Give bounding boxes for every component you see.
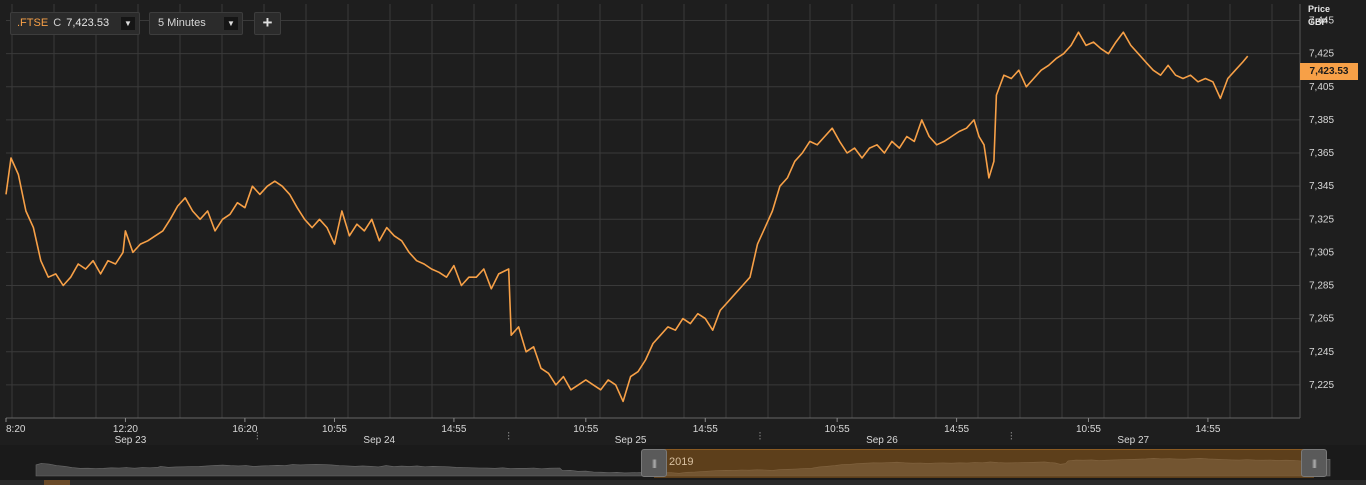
x-time-label: 10:55: [573, 424, 598, 435]
chart-window: 7,225 7,245 7,265 7,285 7,305 7,325 7,345 7,365…: [0, 0, 1366, 485]
price-axis-title: Price: [1308, 4, 1331, 14]
x-time-label: 14:55: [441, 424, 466, 435]
navigator-window[interactable]: [654, 449, 1314, 478]
x-time-label: 12:20: [113, 424, 138, 435]
y-tick-label: 7,245: [1309, 347, 1334, 358]
interval-label: 5 Minutes: [158, 17, 206, 29]
x-time-label: 10:55: [825, 424, 850, 435]
y-tick-label: 7,345: [1309, 181, 1334, 192]
navigator-left-handle[interactable]: |||: [641, 449, 667, 477]
y-tick-label: 7,425: [1309, 49, 1334, 60]
currency-axis-title: GBP: [1308, 17, 1328, 27]
ticker-symbol: .FTSE: [17, 17, 49, 29]
y-tick-label: 7,405: [1309, 82, 1334, 93]
y-tick-label: 7,265: [1309, 314, 1334, 325]
navigator-scrollbar-thumb[interactable]: [44, 480, 70, 485]
add-series-button[interactable]: +: [254, 12, 281, 35]
y-tick-label: 7,325: [1309, 214, 1334, 225]
chevron-down-icon[interactable]: ▼: [121, 17, 135, 30]
ticker-value: 7,423.53: [66, 17, 110, 29]
navigator-year-label: 2019: [669, 456, 694, 468]
y-tick-label: 7,365: [1309, 148, 1334, 159]
y-tick-label: 7,285: [1309, 281, 1334, 292]
x-time-label: 14:55: [944, 424, 969, 435]
price-chart[interactable]: 7,225 7,245 7,265 7,285 7,305 7,325 7,345 7,365…: [0, 0, 1366, 485]
chevron-down-icon[interactable]: ▼: [224, 17, 238, 30]
x-time-label: 14:55: [1195, 424, 1220, 435]
x-time-label: 8:20: [6, 424, 26, 435]
x-time-label: 16:20: [232, 424, 257, 435]
y-tick-label: 7,385: [1309, 115, 1334, 126]
ticker-selector[interactable]: .FTSE C 7,423.53 ▼: [10, 12, 140, 35]
plot-area: [6, 4, 1300, 418]
ticker-flag: C: [53, 17, 62, 29]
interval-selector[interactable]: 5 Minutes ▼: [149, 12, 243, 35]
x-time-label: 10:55: [322, 424, 347, 435]
navigator-right-handle[interactable]: |||: [1301, 449, 1327, 477]
x-time-label: 10:55: [1076, 424, 1101, 435]
y-tick-label: 7,225: [1309, 380, 1334, 391]
navigator-scrollbar[interactable]: [0, 480, 1366, 485]
x-time-label: 14:55: [693, 424, 718, 435]
last-price-badge: 7,423.53: [1300, 63, 1358, 80]
y-tick-label: 7,305: [1309, 247, 1334, 258]
